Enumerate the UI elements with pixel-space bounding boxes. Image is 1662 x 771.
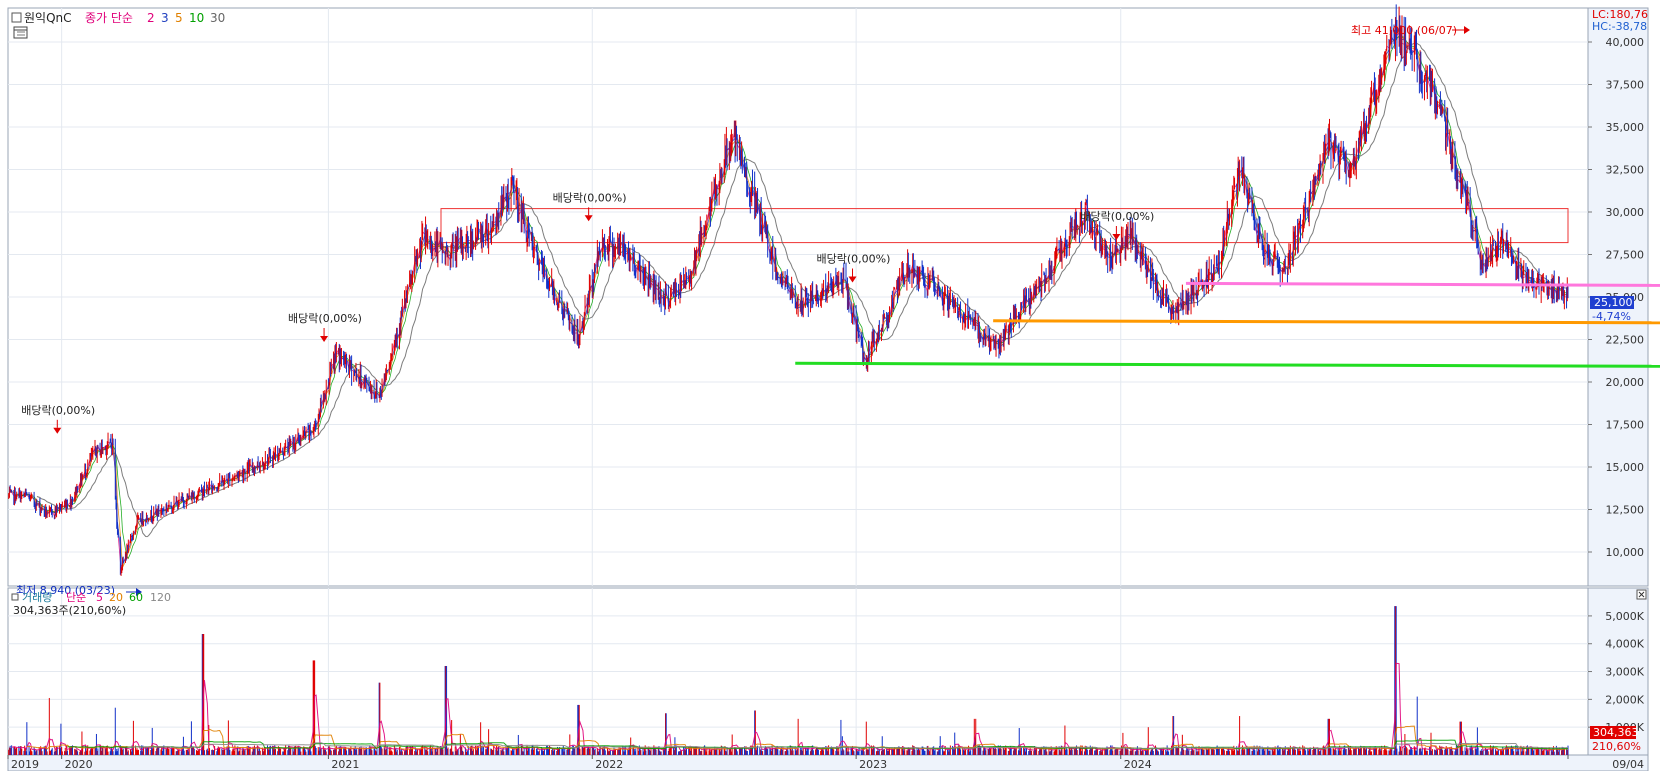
price-tick-label: 40,000: [1606, 36, 1645, 49]
instrument-name[interactable]: 원익QnC: [24, 11, 72, 25]
volume-ma-5: 5: [96, 591, 103, 604]
volume-summary: 304,363주(210,60%): [13, 604, 126, 617]
date-tick-label: 09/04: [1612, 758, 1644, 771]
date-tick-label: 2019: [11, 758, 39, 771]
volume-tick-label: 2,000K: [1605, 693, 1644, 706]
hc-value: HC:-38,78: [1592, 20, 1647, 33]
pink-support-line: [1185, 281, 1661, 287]
price-tick-label: 27,500: [1606, 249, 1645, 262]
calendar-icon[interactable]: [13, 26, 28, 39]
ma-legend-3: 3: [161, 11, 169, 25]
volume-pane-close-icon[interactable]: [1636, 589, 1647, 600]
date-axis-pane: [7, 754, 1649, 771]
price-tick-label: 37,500: [1606, 79, 1645, 92]
ma-legend-5: 5: [175, 11, 183, 25]
price-tick-label: 35,000: [1606, 121, 1645, 134]
date-tick-label: 2020: [65, 758, 93, 771]
price-tick-label: 17,500: [1606, 419, 1645, 432]
volume-ma-60: 60: [129, 591, 143, 604]
date-tick-label: 2021: [331, 758, 359, 771]
price-tick-label: 22,500: [1606, 334, 1645, 347]
volume-tick-label: 4,000K: [1605, 638, 1644, 651]
ma-legend-10: 10: [189, 11, 204, 25]
price-tick-label: 32,500: [1606, 164, 1645, 177]
price-tick-label: 10,000: [1606, 546, 1645, 559]
last-volume-ratio: 210,60%: [1592, 740, 1641, 753]
volume-title: 거래량: [22, 591, 52, 604]
volume-tick-label: 5,000K: [1605, 610, 1644, 623]
dividend-label: 배당락(0,00%): [1080, 210, 1154, 223]
date-tick-label: 2023: [859, 758, 887, 771]
price-tick-label: 20,000: [1606, 376, 1645, 389]
volume-ma-120: 120: [150, 591, 171, 604]
last-change: -4,74%: [1592, 310, 1631, 323]
dividend-label: 배당락(0,00%): [817, 253, 891, 266]
legend-box-icon[interactable]: [11, 12, 22, 23]
ma-legend-2: 2: [147, 11, 155, 25]
volume-legend-box-icon[interactable]: [11, 593, 19, 601]
ma-legend-prefix: 종가 단순: [85, 11, 133, 25]
volume-ma-20: 20: [109, 591, 123, 604]
last-price: 25,100: [1594, 296, 1633, 309]
volume-ma-prefix: 단순: [66, 591, 86, 604]
last-volume: 304,363: [1593, 726, 1639, 739]
price-tick-label: 15,000: [1606, 461, 1645, 474]
dividend-label: 배당락(0,00%): [553, 191, 627, 204]
high-annotation: 최고 41,000 (06/07): [1351, 24, 1457, 37]
price-tick-label: 12,500: [1606, 504, 1645, 517]
date-tick-label: 2024: [1124, 758, 1152, 771]
orange-support-line: [993, 319, 1661, 325]
dividend-label: 배당락(0,00%): [288, 312, 362, 325]
price-tick-label: 30,000: [1606, 206, 1645, 219]
date-tick-label: 2022: [595, 758, 623, 771]
dividend-label: 배당락(0,00%): [21, 404, 95, 417]
ma-legend-30: 30: [210, 11, 225, 25]
volume-tick-label: 3,000K: [1605, 666, 1644, 679]
